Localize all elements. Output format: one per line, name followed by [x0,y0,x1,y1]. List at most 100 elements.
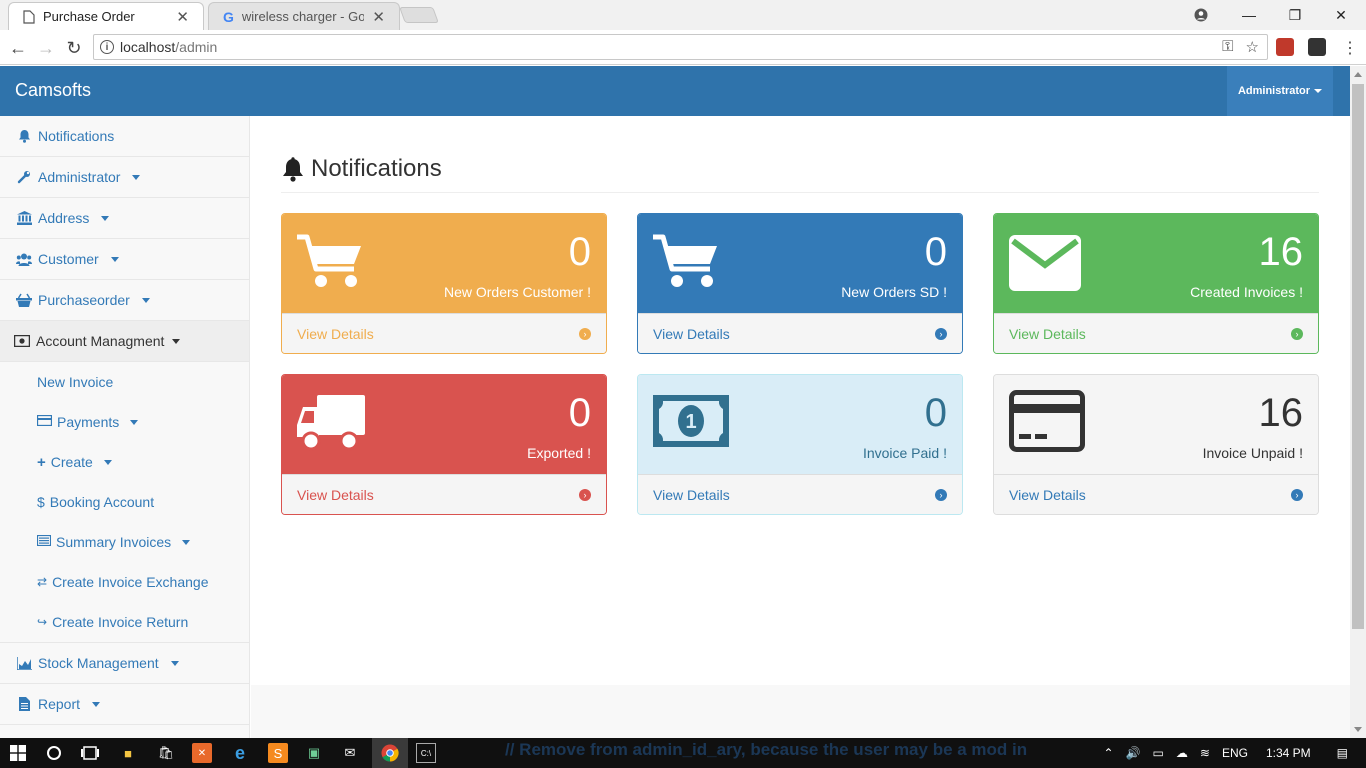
forward-icon[interactable]: → [34,36,58,60]
envelope-icon [1009,235,1081,291]
wrench-icon [16,170,32,184]
arrow-circle-right-icon: › [579,488,591,501]
main-content: Notifications 0 New Orders Customer ! Vi… [251,116,1350,685]
tab-google-search[interactable]: G wireless charger - Google ✕ [208,2,400,30]
background-code-text: // Remove from admin_id_ary, because the… [505,740,1028,759]
store-icon[interactable]: 🛍 [156,743,176,763]
windows-start-icon[interactable] [8,743,28,763]
language-indicator[interactable]: ENG [1222,746,1248,760]
sidebar-item-label: Report [38,696,81,712]
sidebar-item-label: Booking Account [49,494,155,510]
sidebar-subitem-create[interactable]: + Create [0,442,249,482]
chevron-down-icon [130,419,139,425]
panel-label: Invoice Unpaid ! [1202,445,1303,461]
info-icon[interactable]: i [100,40,114,54]
onedrive-icon[interactable]: ☁ [1176,746,1188,760]
panel-count: 0 [568,391,591,435]
scroll-up-icon[interactable] [1354,72,1362,77]
clock[interactable]: 1:34 PM [1266,746,1311,760]
scroll-down-icon[interactable] [1354,727,1362,732]
brand-logo[interactable]: Camsofts [15,80,91,101]
sidebar-item-account-managment[interactable]: Account Managment [0,321,249,362]
chevron-down-icon [103,459,112,465]
extension-icon[interactable] [1276,38,1294,56]
wifi-icon[interactable]: ≋ [1200,746,1210,760]
sidebar-item-label: Create Invoice Return [52,614,189,630]
sidebar-item-report[interactable]: Report [0,684,249,725]
sublime-icon[interactable]: S [268,743,288,763]
close-window-icon[interactable]: ✕ [1318,0,1364,30]
view-details-link[interactable]: View Details › [994,474,1318,514]
notifications-icon[interactable]: ▤ [1337,746,1348,760]
sidebar-item-notifications[interactable]: Notifications [0,116,249,157]
close-tab-icon[interactable]: ✕ [176,8,189,26]
sidebar-subitem-create-invoice-exchange[interactable]: ⇄ Create Invoice Exchange [0,562,249,602]
page-footer [251,685,1350,738]
basket-icon [16,293,32,307]
page-scrollbar[interactable] [1350,66,1366,738]
key-icon[interactable]: ⚿ [1222,38,1233,56]
minimize-icon[interactable]: — [1226,0,1272,30]
app-icon[interactable]: ▣ [304,743,324,763]
dollar-icon: $ [37,494,45,510]
profile-icon[interactable] [1178,0,1224,30]
browser-tab-bar: Purchase Order ✕ G wireless charger - Go… [0,0,1366,30]
money-icon [14,335,30,347]
extension-icon[interactable] [1308,38,1326,56]
view-details-link[interactable]: View Details › [994,313,1318,353]
sidebar-item-purchaseorder[interactable]: Purchaseorder [0,280,249,321]
mail-icon[interactable]: ✉ [340,743,360,763]
address-bar[interactable]: i localhost/admin ⚿ ☆ [93,34,1268,60]
menu-icon[interactable]: ⋮ [1338,36,1362,60]
arrow-circle-right-icon: › [935,327,947,340]
restore-icon[interactable]: ❐ [1272,0,1318,30]
back-icon[interactable]: ← [6,36,30,60]
view-details-label: View Details [653,325,730,342]
xampp-icon[interactable]: ✕ [192,743,212,763]
sidebar-subitem-new-invoice[interactable]: New Invoice [0,362,249,402]
page-header: Notifications [281,154,1319,193]
sidebar-subitem-create-invoice-return[interactable]: ↪ Create Invoice Return [0,602,249,642]
sidebar-item-stock-management[interactable]: Stock Management [0,643,249,684]
sidebar-item-administrator[interactable]: Administrator [0,157,249,198]
view-details-label: View Details [1009,486,1086,503]
sidebar-item-address[interactable]: Address [0,198,249,239]
battery-icon[interactable]: ▭ [1153,746,1164,760]
panel-count: 16 [1258,391,1304,435]
reload-icon[interactable]: ↻ [62,36,86,60]
credit-card-icon [36,414,53,429]
volume-icon[interactable]: 🔊 [1126,746,1141,760]
chevron-down-icon [132,174,141,180]
view-details-link[interactable]: View Details › [638,313,962,353]
command-prompt-icon[interactable]: C:\ [416,743,436,763]
sidebar-item-label: Account Managment [36,333,165,349]
sidebar-subitem-payments[interactable]: Payments [0,402,249,442]
scrollbar-thumb[interactable] [1352,84,1364,629]
close-tab-icon[interactable]: ✕ [372,8,385,26]
view-details-link[interactable]: View Details › [282,474,606,514]
panel-created-invoices: 16 Created Invoices ! View Details › [993,213,1319,354]
sidebar-item-customer[interactable]: Customer [0,239,249,280]
windows-taskbar: ■ 🛍 ✕ e S ▣ ✉ C:\ // Remove from admin_i… [0,738,1366,768]
edge-icon[interactable]: e [230,743,250,763]
tab-purchase-order[interactable]: Purchase Order ✕ [8,2,204,30]
sidebar-item-label: Stock Management [38,655,159,671]
star-icon[interactable]: ☆ [1246,38,1259,56]
view-details-link[interactable]: View Details › [638,474,962,514]
view-details-link[interactable]: View Details › [282,313,606,353]
google-icon: G [223,8,234,25]
users-icon [16,253,32,266]
sidebar-subitem-summary-invoices[interactable]: Summary Invoices [0,522,249,562]
panel-label: Exported ! [527,445,591,461]
chevron-up-icon[interactable]: ⌃ [1104,746,1114,760]
cart-icon [653,234,717,287]
url-path: /admin [175,39,218,55]
task-view-icon[interactable] [80,743,100,763]
search-icon[interactable] [44,743,64,763]
sidebar-subitem-booking-account[interactable]: $ Booking Account [0,482,249,522]
file-explorer-icon[interactable]: ■ [118,743,138,763]
chrome-icon[interactable] [380,743,400,763]
new-tab-button[interactable] [399,7,439,23]
user-menu-button[interactable]: Administrator [1227,66,1333,116]
chevron-down-icon [1314,89,1323,93]
